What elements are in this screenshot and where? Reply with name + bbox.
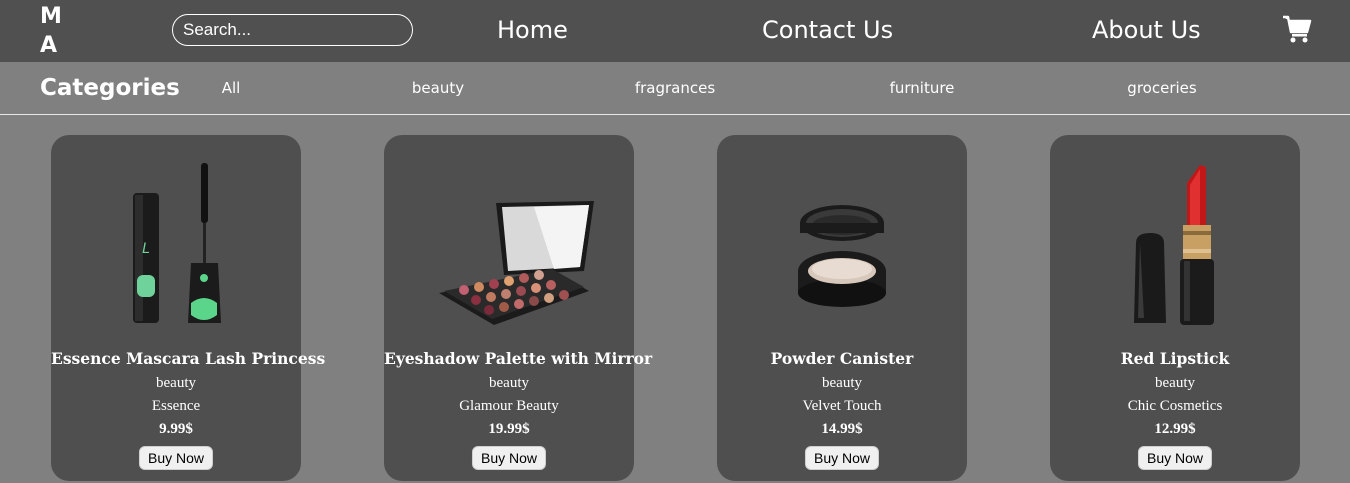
buy-now-button[interactable]: Buy Now	[471, 446, 547, 470]
product-title[interactable]: Eyeshadow Palette with Mirror	[384, 349, 652, 368]
product-card[interactable]: Eyeshadow Palette with Mirror beauty Gla…	[384, 135, 652, 481]
buy-now-button[interactable]: Buy Now	[804, 446, 880, 470]
product-price: 14.99$	[821, 421, 863, 437]
nav-contact-us[interactable]: Contact Us	[762, 16, 893, 44]
product-price: 19.99$	[488, 421, 530, 437]
product-brand: Chic Cosmetics	[1127, 398, 1223, 414]
buy-now-button[interactable]: Buy Now	[138, 446, 214, 470]
product-card[interactable]: Powder Canister beauty Velvet Touch 14.9…	[717, 135, 967, 481]
cart-icon[interactable]	[1282, 15, 1312, 43]
mascara-icon: L	[133, 163, 221, 323]
nav-about-us[interactable]: About Us	[1092, 16, 1201, 44]
buy-now-button[interactable]: Buy Now	[1137, 446, 1213, 470]
product-category: beauty	[822, 375, 862, 391]
category-groceries[interactable]: groceries	[1127, 79, 1196, 97]
search-input[interactable]	[172, 14, 413, 46]
category-furniture[interactable]: furniture	[890, 79, 955, 97]
eyeshadow-palette-icon	[439, 201, 594, 325]
product-brand: Essence	[151, 398, 201, 414]
product-category: beauty	[489, 375, 529, 391]
lipstick-icon	[1134, 165, 1214, 325]
category-fragrances[interactable]: fragrances	[635, 79, 715, 97]
product-title[interactable]: Essence Mascara Lash Princess	[51, 349, 325, 368]
svg-text:L: L	[142, 241, 150, 257]
nav-home[interactable]: Home	[497, 16, 568, 44]
product-title[interactable]: Powder Canister	[717, 349, 967, 368]
category-beauty[interactable]: beauty	[412, 79, 464, 97]
product-title[interactable]: Red Lipstick	[1050, 349, 1300, 368]
top-navigation-bar: M A N U Home Contact Us About Us	[0, 0, 1350, 116]
category-bar: Categories All beauty fragrances furnitu…	[0, 62, 1350, 115]
product-brand: Velvet Touch	[802, 398, 882, 414]
product-category: beauty	[156, 375, 196, 391]
powder-compact-icon	[798, 205, 886, 307]
product-card[interactable]: L Essence Mascara Lash Princess beauty E…	[51, 135, 325, 481]
product-price: 12.99$	[1154, 421, 1196, 437]
product-brand: Glamour Beauty	[459, 398, 559, 414]
product-price: 9.99$	[159, 421, 193, 437]
product-card[interactable]: Red Lipstick beauty Chic Cosmetics 12.99…	[1050, 135, 1300, 481]
categories-heading: Categories	[40, 75, 180, 101]
product-category: beauty	[1155, 375, 1195, 391]
category-all[interactable]: All	[222, 79, 241, 97]
